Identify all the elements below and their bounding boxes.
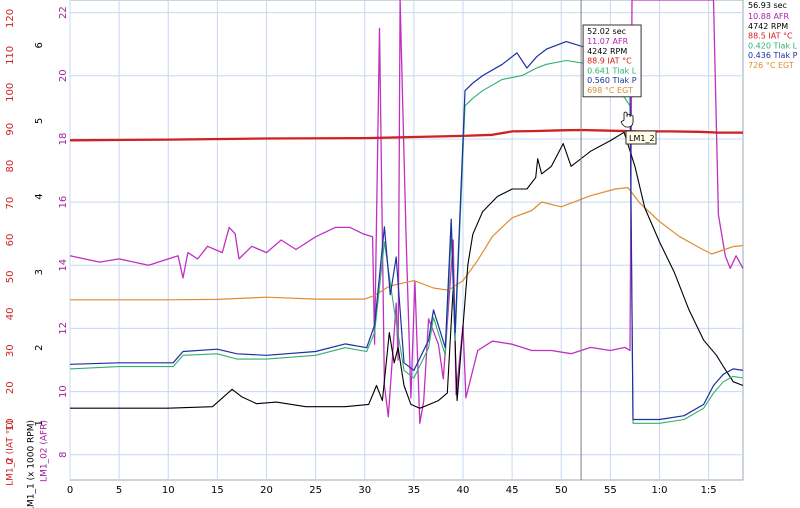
x-tick-label: 25 [309, 485, 322, 496]
y-tick-label-afr: 18 [58, 133, 69, 146]
y-tick-label-lm2: 90 [5, 123, 16, 136]
cursor-readout-value: 11.07 AFR [587, 37, 629, 46]
cursor-readout: 52.02 sec11.07 AFR4242 RPM88.9 IAT °C0.6… [582, 24, 642, 98]
cursor-readout-value: 88.9 IAT °C [587, 57, 632, 66]
cursor-readout-value: 698 °C EGT [587, 86, 633, 95]
y-tick-label-lm1: 4 [34, 193, 45, 199]
y-tick-label-lm1: 6 [34, 42, 45, 48]
y-tick-label-lm2: 100 [5, 83, 16, 102]
right-readout-time: 56.93 sec [748, 1, 787, 10]
y-tick-label-lm2: 60 [5, 234, 16, 247]
point-label-text: LM1_2 [629, 134, 655, 143]
y-tick-label-lm2: 120 [5, 9, 16, 28]
x-tick-label: 10 [162, 485, 175, 496]
x-tick-label: 20 [260, 485, 273, 496]
x-tick-label: 30 [358, 485, 371, 496]
y-tick-label-afr: 10 [58, 385, 69, 398]
y-tick-label-lm1: 5 [34, 118, 45, 124]
y-axis-title-lm1: LM1_1 (x 1000 RPM) [27, 420, 37, 508]
y-axis-title-lm2: LM1_2 (IAT °C) [6, 420, 16, 486]
right-readout-value: 726 °C EGT [748, 61, 794, 70]
cursor-readout-value: 4242 RPM [587, 47, 627, 56]
y-tick-label-lm2: 80 [5, 160, 16, 173]
x-tick-label: 1:5 [701, 485, 717, 496]
cursor-readout-value: 0.641 Tlak L [587, 66, 637, 75]
y-tick-label-lm1: 2 [34, 345, 45, 351]
x-tick-label: 55 [604, 485, 617, 496]
y-tick-label-lm2: 50 [5, 271, 16, 284]
axes-layer: 0102030405060708090100110120LM1_2 (IAT °… [5, 6, 69, 508]
x-axis-ticks: 0 5 10 15 20 25 30 35 40 45 50 55 1:0 1:5 [67, 485, 717, 496]
cursor-readout-time: 52.02 sec [587, 27, 626, 36]
y-tick-label-afr: 8 [58, 452, 69, 458]
right-readout: 56.93 sec10.88 AFR4742 RPM88.5 IAT °C0.4… [746, 0, 800, 70]
right-readout-value: 0.420 Tlak L [748, 41, 798, 50]
x-tick-label: 45 [506, 485, 519, 496]
x-tick-label: 15 [211, 485, 224, 496]
point-label: LM1_2 [625, 130, 657, 145]
y-tick-label-lm2: 30 [5, 344, 16, 357]
right-readout-value: 0.436 Tlak P [748, 51, 798, 60]
y-tick-label-lm2: 20 [5, 381, 16, 394]
y-tick-label-lm1: 3 [34, 269, 45, 275]
cursor-readout-value: 0.560 Tlak P [587, 76, 637, 85]
x-tick-label: 0 [67, 485, 73, 496]
right-readout-value: 4742 RPM [748, 22, 788, 31]
x-tick-label: 5 [116, 485, 122, 496]
y-tick-label-lm2: 70 [5, 197, 16, 210]
y-tick-label-afr: 20 [58, 69, 69, 82]
x-tick-label: 35 [408, 485, 421, 496]
y-tick-label-afr: 14 [58, 259, 69, 272]
x-tick-label: 1:0 [651, 485, 667, 496]
y-tick-label-afr: 22 [58, 6, 69, 19]
y-tick-label-afr: 12 [58, 322, 69, 335]
x-tick-label: 50 [555, 485, 568, 496]
y-tick-label-afr: 16 [58, 196, 69, 209]
y-axis-title-afr: LM1_02 (AFR) [40, 420, 50, 482]
y-tick-label-lm2: 40 [5, 307, 16, 320]
x-tick-label: 40 [457, 485, 470, 496]
chart-svg: 0 10 20 30 40 50 60 70 80 90 100 110 120 LM1_2 (IAT °… [5, 0, 800, 508]
right-readout-value: 88.5 IAT °C [748, 32, 793, 41]
y-tick-label-lm2: 110 [5, 46, 16, 65]
right-readout-value: 10.88 AFR [748, 12, 790, 21]
